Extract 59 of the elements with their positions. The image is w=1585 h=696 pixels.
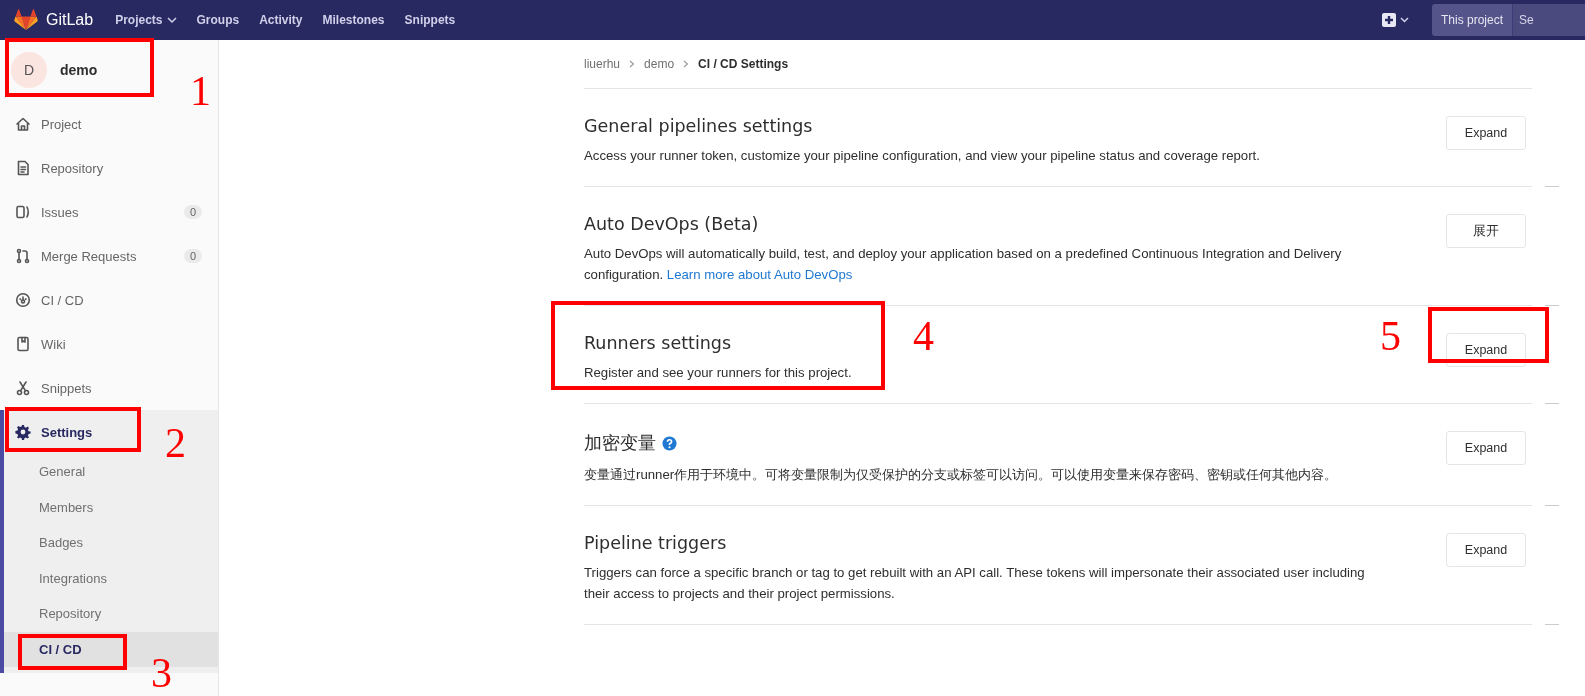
book-icon bbox=[15, 336, 31, 352]
sidebar-item[interactable]: Repository bbox=[0, 146, 120, 190]
submenu-item[interactable]: Members bbox=[4, 489, 218, 525]
nav-link[interactable]: Activity bbox=[259, 13, 303, 27]
sidebar-item[interactable]: CI / CD bbox=[0, 278, 100, 322]
chevron-icon bbox=[629, 60, 636, 68]
section-title: Runners settings bbox=[584, 333, 732, 353]
nav-link[interactable]: Projects bbox=[115, 13, 177, 27]
submenu-item[interactable]: Badges bbox=[4, 525, 218, 561]
annotation-number: 1 bbox=[190, 70, 211, 112]
annotation-number: 4 bbox=[913, 315, 934, 357]
sidebar-item[interactable]: Merge Requests 0 bbox=[0, 234, 218, 278]
learn-more-link[interactable]: Learn more about Auto DevOps bbox=[666, 267, 853, 282]
search-scope-label[interactable]: This project bbox=[1431, 4, 1512, 36]
sidebar-item[interactable]: Issues 0 bbox=[0, 190, 218, 234]
document-icon bbox=[15, 160, 31, 176]
help-icon[interactable] bbox=[662, 435, 677, 451]
sidebar-item[interactable]: Snippets bbox=[0, 366, 108, 410]
submenu-item[interactable]: Repository bbox=[4, 596, 218, 632]
new-dropdown-icon[interactable] bbox=[1381, 12, 1412, 28]
sidebar-item[interactable]: Wiki bbox=[0, 322, 82, 366]
search-field[interactable]: Se bbox=[1512, 4, 1585, 36]
project-name[interactable]: demo bbox=[60, 62, 98, 78]
annotation-number: 2 bbox=[165, 422, 186, 464]
nav-link[interactable]: Milestones bbox=[322, 13, 385, 27]
section-description: Access your runner token, customize your pipeline configuration, and view your pipeline status and coverage report. bbox=[584, 147, 1261, 165]
fox-logo-icon[interactable] bbox=[14, 9, 38, 31]
chevron-icon bbox=[683, 60, 690, 68]
expand-button[interactable]: Expand bbox=[1446, 116, 1526, 150]
breadcrumb-link[interactable]: demo bbox=[644, 57, 675, 71]
annotation-number: 5 bbox=[1380, 315, 1401, 357]
gauge-icon bbox=[15, 292, 31, 308]
submenu-item[interactable]: Integrations bbox=[4, 560, 218, 596]
sidebar-item[interactable]: Project bbox=[0, 102, 98, 146]
breadcrumb-link[interactable]: CI / CD Settings bbox=[698, 57, 789, 71]
section-description: Auto DevOps will automatically build, test, and deploy your application based on a predefined Continuous Integration and Delivery configuration. Learn more about Auto DevOps bbox=[584, 245, 1343, 284]
scissors-icon bbox=[15, 380, 31, 396]
expand-button[interactable]: 展开 bbox=[1446, 214, 1526, 248]
section-description: Triggers can force a specific branch or tag to get rebuilt with an API call. These tokens will impersonate their associated user including their access to projects and their project permissions. bbox=[584, 564, 1366, 603]
settings-icon bbox=[15, 424, 31, 440]
expand-button[interactable]: Expand bbox=[1446, 533, 1526, 567]
section-title: Pipeline triggers bbox=[584, 533, 727, 553]
section-title: 加密变量 bbox=[584, 432, 656, 455]
section-title: General pipelines settings bbox=[584, 116, 813, 136]
merge-request-icon bbox=[15, 248, 31, 264]
sidebar-item[interactable]: Settings bbox=[4, 410, 109, 454]
expand-button[interactable]: Expand bbox=[1446, 431, 1526, 465]
nav-link[interactable]: Groups bbox=[196, 13, 240, 27]
project-avatar: D bbox=[11, 52, 47, 88]
breadcrumb-link[interactable]: liuerhu bbox=[584, 57, 621, 71]
home-icon bbox=[15, 116, 31, 132]
issues-icon bbox=[15, 204, 31, 220]
nav-link[interactable]: Snippets bbox=[404, 13, 456, 27]
count-badge: 0 bbox=[183, 205, 202, 219]
count-badge: 0 bbox=[183, 249, 202, 263]
brand-name[interactable]: GitLab bbox=[46, 11, 94, 29]
section-title: Auto DevOps (Beta) bbox=[584, 214, 759, 234]
section-description: 变量通过runner作用于环境中。可将变量限制为仅受保护的分支或标签可以访问。可以使用变量来保存密码、密钥或任何其他内容。 bbox=[584, 466, 1339, 484]
section-description: Register and see your runners for this project. bbox=[584, 364, 853, 382]
